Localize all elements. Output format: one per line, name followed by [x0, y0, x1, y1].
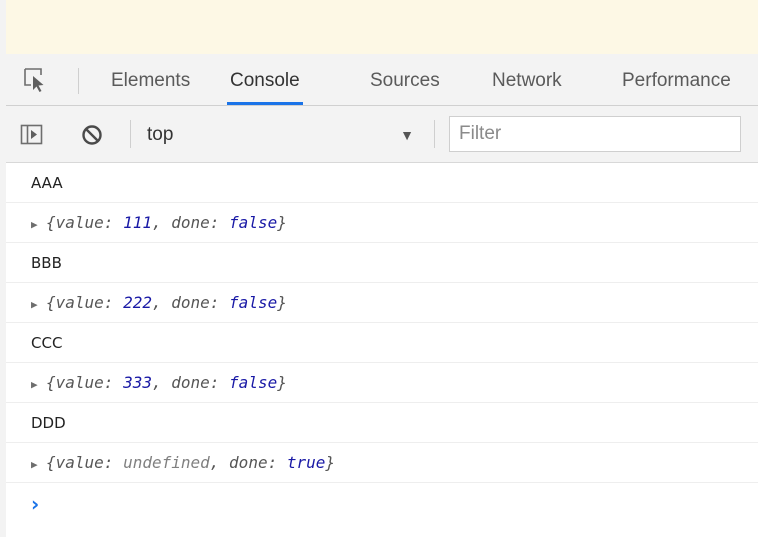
element-picker-icon[interactable]: [20, 64, 50, 94]
tab-performance-label: Performance: [622, 70, 731, 91]
tab-sources-label: Sources: [370, 70, 440, 91]
console-object-line[interactable]: ▶ {value: undefined, done: true}: [6, 443, 758, 483]
context-value: top: [147, 124, 174, 145]
done-field: true: [286, 453, 326, 472]
toolbar-divider: [434, 120, 435, 148]
console-object-line[interactable]: ▶ {value: 333, done: false}: [6, 363, 758, 403]
dropdown-triangle-icon: ▼: [400, 127, 414, 143]
log-text: BBB: [31, 254, 62, 272]
clear-console-icon[interactable]: [81, 124, 103, 146]
done-field: false: [229, 293, 278, 312]
console-toolbar: top ▼: [6, 106, 758, 163]
console-log-line: AAA: [6, 163, 758, 203]
value-field: 111: [123, 213, 152, 232]
done-field: false: [229, 373, 278, 392]
expand-triangle-icon[interactable]: ▶: [31, 205, 46, 245]
tab-network[interactable]: Network: [492, 54, 562, 105]
tab-console-label: Console: [230, 70, 300, 91]
console-object-line[interactable]: ▶ {value: 111, done: false}: [6, 203, 758, 243]
tab-elements-label: Elements: [111, 70, 191, 91]
devtools-tabbar: Elements Console Sources Network Perform…: [6, 54, 758, 106]
expand-triangle-icon[interactable]: ▶: [31, 285, 46, 325]
page-banner-area: [0, 0, 758, 54]
context-selector[interactable]: top ▼: [147, 118, 422, 152]
tabbar-divider: [78, 68, 79, 94]
active-tab-indicator: [227, 102, 303, 105]
console-log-line: DDD: [6, 403, 758, 443]
log-text: DDD: [31, 414, 66, 432]
expand-triangle-icon[interactable]: ▶: [31, 365, 46, 405]
value-field: undefined: [123, 453, 210, 472]
value-field: 222: [123, 293, 152, 312]
console-messages: AAA ▶ {value: 111, done: false} BBB ▶ {val…: [6, 163, 758, 537]
show-sidebar-icon[interactable]: [20, 124, 44, 146]
expand-triangle-icon[interactable]: ▶: [31, 445, 46, 485]
tab-console[interactable]: Console: [227, 54, 303, 105]
console-log-line: BBB: [6, 243, 758, 283]
console-object-line[interactable]: ▶ {value: 222, done: false}: [6, 283, 758, 323]
done-field: false: [229, 213, 278, 232]
log-text: AAA: [31, 174, 63, 192]
tab-sources[interactable]: Sources: [370, 54, 440, 105]
console-prompt-chevron-icon: ›: [31, 492, 40, 516]
tab-performance[interactable]: Performance: [622, 54, 731, 105]
value-field: 333: [123, 373, 152, 392]
tab-network-label: Network: [492, 70, 562, 91]
toolbar-divider: [130, 120, 131, 148]
console-prompt[interactable]: ›: [6, 483, 758, 525]
console-log-line: CCC: [6, 323, 758, 363]
filter-input[interactable]: [449, 116, 741, 152]
tab-elements[interactable]: Elements: [111, 54, 190, 105]
log-text: CCC: [31, 334, 63, 352]
